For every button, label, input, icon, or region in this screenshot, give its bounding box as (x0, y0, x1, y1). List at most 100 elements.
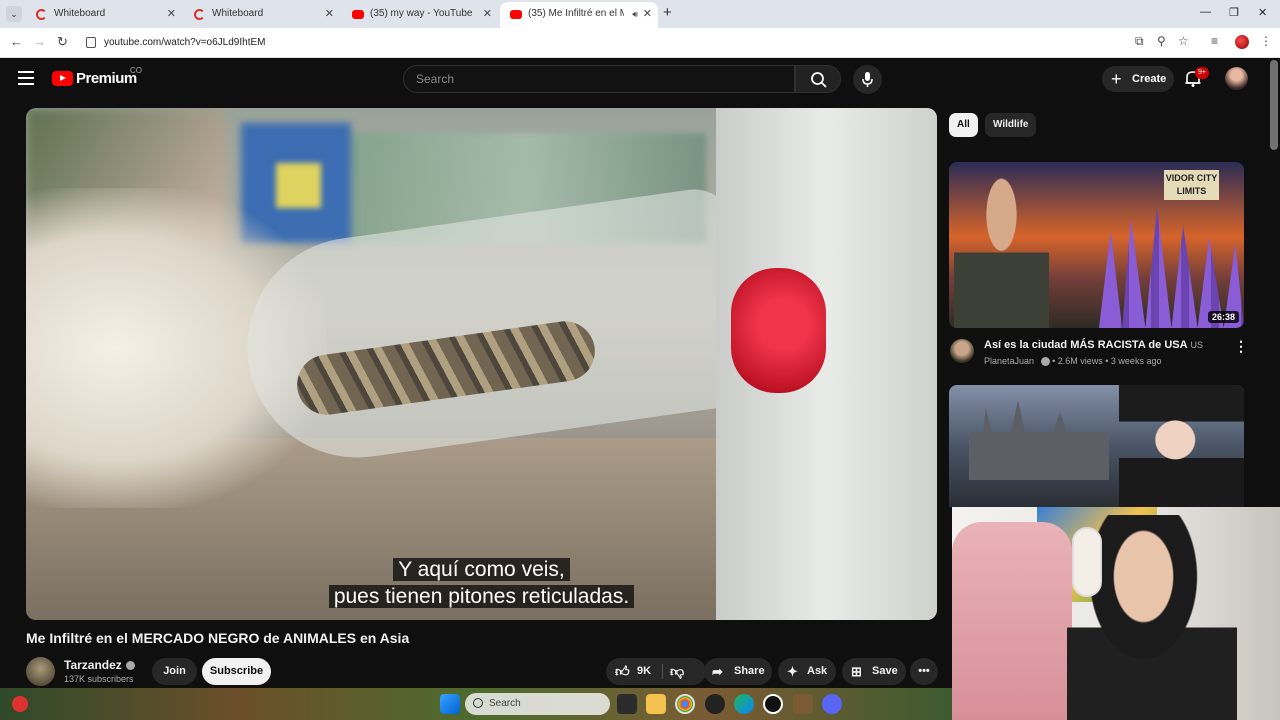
notification-badge: 9+ (1195, 67, 1209, 79)
video-player[interactable]: Y aquí como veis, pues tienen pitones re… (26, 108, 937, 620)
whiteboard-icon (194, 9, 205, 20)
save-button[interactable]: ⊞ Save (842, 658, 906, 685)
ask-button[interactable]: ✦ Ask (778, 658, 836, 685)
chip-wildlife[interactable]: Wildlife (985, 113, 1037, 137)
subscribe-button[interactable]: Subscribe (202, 658, 271, 685)
app-icon-2[interactable] (793, 694, 813, 714)
youtube-icon (352, 10, 364, 19)
recommendation-channel[interactable]: PlanetaJuan (984, 356, 1034, 366)
obs-icon[interactable] (763, 694, 783, 714)
discord-icon[interactable] (822, 694, 842, 714)
thumbnail-sign: VIDOR CITY LIMITS (1164, 170, 1219, 200)
browser-tab-bar: ⌄ Whiteboard ✕ Whiteboard ✕ (35) my way … (0, 0, 1280, 28)
url-text: youtube.com/watch?v=o6JLd9IhtEM (104, 37, 266, 48)
create-label: Create (1132, 73, 1167, 85)
address-bar-row: ← → ↻ youtube.com/watch?v=o6JLd9IhtEM ⧉ … (0, 28, 1280, 58)
thumbnail-robed-figures (1099, 207, 1244, 328)
sparkle-icon: ✦ (787, 664, 798, 679)
caption-line-2: pues tienen pitones reticuladas. (26, 583, 937, 610)
menu-icon[interactable] (18, 71, 34, 85)
page-scrollbar[interactable] (1270, 60, 1278, 150)
task-view-icon[interactable] (617, 694, 637, 714)
logo-text[interactable]: Premium (76, 70, 137, 87)
close-window-icon[interactable]: ✕ (1258, 6, 1267, 19)
back-icon[interactable]: ← (10, 34, 23, 49)
plus-icon: + (1111, 69, 1122, 89)
caption-line-1: Y aquí como veis, (26, 556, 937, 583)
recommendation-views: 2.6M views (1057, 356, 1103, 366)
browser-tab-2[interactable]: Whiteboard ✕ (184, 2, 340, 28)
chrome-icon[interactable] (675, 694, 695, 714)
webcam-gaming-chair (952, 522, 1072, 720)
language-badge: US (1190, 340, 1204, 350)
thumbnail-person (954, 177, 1049, 328)
forward-icon[interactable]: → (33, 34, 46, 49)
channel-name[interactable]: Tarzandez (64, 658, 135, 672)
close-tab-icon[interactable]: ✕ (325, 2, 334, 26)
url-input[interactable]: youtube.com/watch?v=o6JLd9IhtEM (78, 32, 1138, 54)
browser-tab-4-active[interactable]: (35) Me Infiltré en el MERCA 🔊︎ ✕ (500, 2, 658, 28)
search-input[interactable]: Search (403, 65, 795, 93)
webcam-overlay (952, 507, 1280, 720)
browser-tab-3[interactable]: (35) my way - YouTube ✕ (342, 2, 498, 28)
like-dislike-group: 👍︎ 9K 👎︎ (606, 658, 706, 685)
restore-icon[interactable]: ❐ (1229, 6, 1239, 19)
search-icon (811, 72, 827, 88)
thumbnail-castle (969, 400, 1109, 480)
whiteboard-icon (36, 9, 47, 20)
taskbar-search-input[interactable]: Search (465, 693, 610, 715)
tab-title: (35) my way - YouTube (370, 8, 473, 19)
recommendation-title[interactable]: Así es la ciudad MÁS RACISTA de USA US (984, 339, 1203, 351)
save-label: Save (872, 665, 898, 677)
more-actions-button[interactable]: ••• (910, 658, 938, 685)
more-vertical-icon[interactable]: ⋮ (1234, 338, 1248, 355)
webcam-headphones (1072, 527, 1102, 597)
browser-menu-icon[interactable]: ⋮ (1260, 34, 1272, 48)
like-icon[interactable]: 👍︎ (615, 658, 630, 685)
app-icon-1[interactable] (705, 694, 725, 714)
search-button[interactable] (795, 65, 841, 93)
join-button[interactable]: Join (152, 658, 197, 685)
ask-label: Ask (807, 665, 828, 677)
close-tab-icon[interactable]: ✕ (167, 2, 176, 26)
close-tab-icon[interactable]: ✕ (483, 2, 492, 26)
browser-profile-avatar[interactable] (1235, 35, 1249, 49)
close-tab-icon[interactable]: ✕ (643, 2, 652, 26)
cast-icon[interactable]: ⧉ (1135, 34, 1144, 49)
account-avatar[interactable] (1225, 67, 1248, 90)
tab-title: Whiteboard (54, 8, 106, 19)
recommendation-thumbnail-2[interactable] (949, 385, 1244, 507)
minimize-icon[interactable]: — (1200, 6, 1211, 18)
video-duration: 26:38 (1207, 311, 1239, 323)
tab-search-dropdown-icon[interactable]: ⌄ (6, 6, 22, 22)
video-title: Me Infiltré en el MERCADO NEGRO de ANIMA… (26, 630, 410, 646)
channel-avatar[interactable] (26, 657, 55, 686)
dislike-icon[interactable]: 👎︎ (670, 658, 684, 685)
weather-icon[interactable] (12, 696, 28, 712)
more-horizontal-icon: ••• (918, 665, 930, 677)
share-button[interactable]: ➦ Share (704, 658, 772, 685)
edge-icon[interactable] (734, 694, 754, 714)
recommendation-channel-avatar[interactable] (950, 339, 974, 363)
chip-all[interactable]: All (949, 113, 978, 137)
save-icon: ⊞ (851, 664, 862, 679)
voice-search-button[interactable] (853, 65, 882, 94)
browser-tab-1[interactable]: Whiteboard ✕ (26, 2, 182, 28)
site-info-icon[interactable] (86, 37, 96, 48)
file-explorer-icon[interactable] (646, 694, 666, 714)
youtube-logo-icon[interactable] (52, 71, 73, 86)
new-tab-icon[interactable]: + (663, 4, 672, 21)
create-button[interactable]: + Create (1102, 66, 1174, 92)
recommendation-meta: PlanetaJuan • 2.6M views • 3 weeks ago (984, 356, 1162, 367)
like-count[interactable]: 9K (637, 658, 651, 685)
divider (662, 664, 663, 679)
zoom-icon[interactable]: ⚲ (1157, 34, 1166, 48)
windows-start-icon[interactable] (440, 694, 460, 714)
reload-icon[interactable]: ↻ (57, 34, 68, 50)
os-taskbar: Search (0, 688, 952, 720)
bookmark-star-icon[interactable]: ☆ (1178, 34, 1189, 48)
speaker-icon[interactable]: 🔊︎ (632, 2, 638, 26)
recommendation-thumbnail[interactable]: VIDOR CITY LIMITS 26:38 (949, 162, 1244, 328)
youtube-header: Premium CO Search + Create 9+ (0, 58, 1280, 100)
media-control-icon[interactable]: ≡ (1211, 34, 1218, 48)
